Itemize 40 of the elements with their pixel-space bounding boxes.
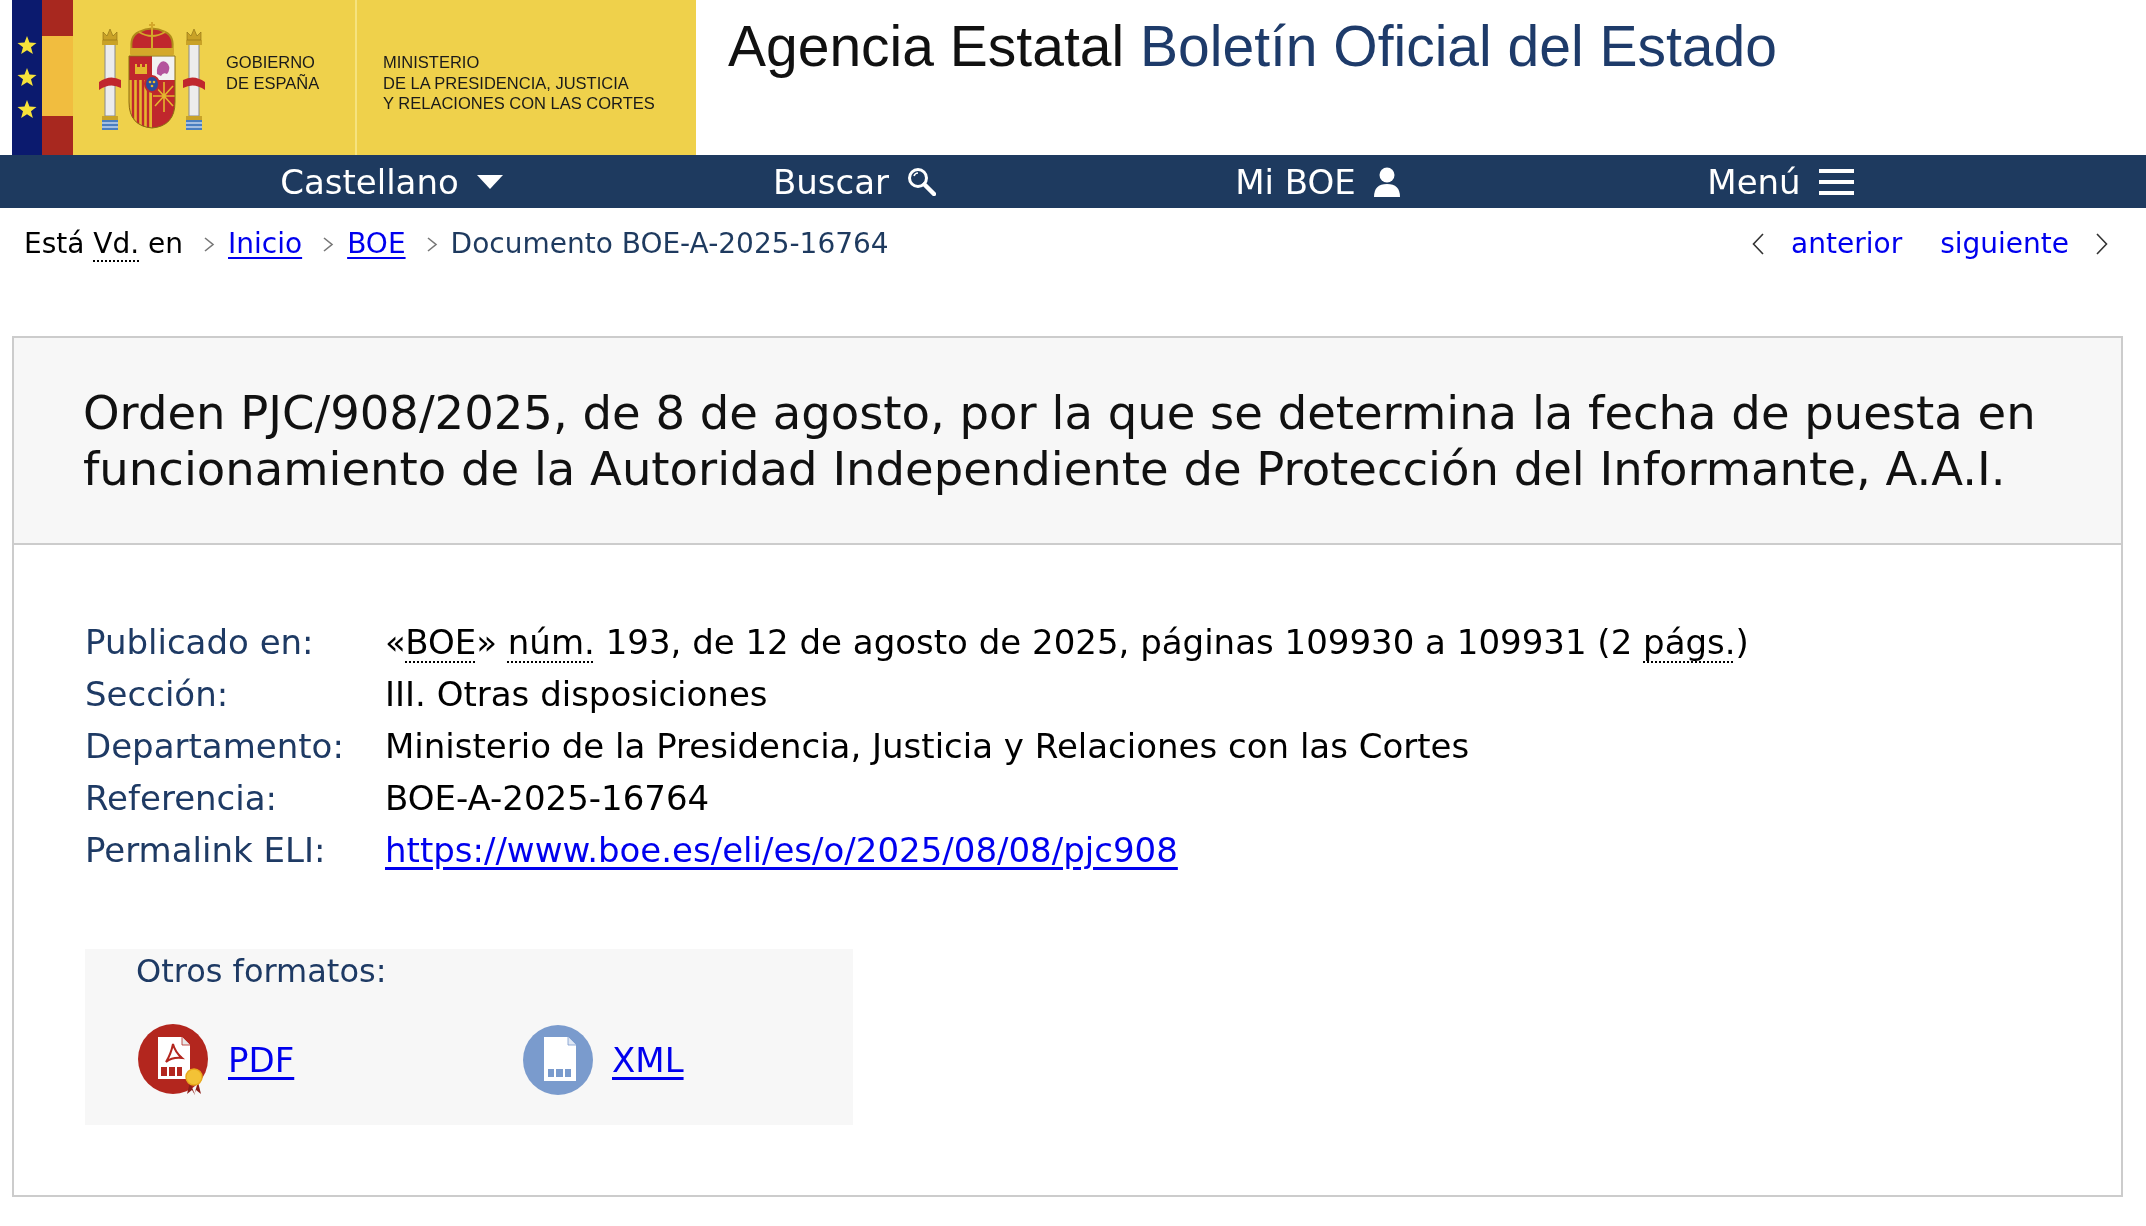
- account-button[interactable]: Mi BOE: [1235, 164, 1400, 199]
- site-title-prefix: Agencia Estatal: [728, 14, 1125, 78]
- format-link[interactable]: XML: [612, 1034, 684, 1086]
- pdf-file-icon: [138, 1024, 210, 1096]
- chevron-left-icon: [1752, 233, 1765, 255]
- logo-text: GOBIERNO DE ESPAÑA: [226, 52, 320, 94]
- breadcrumb-link[interactable]: BOE: [347, 226, 406, 262]
- person-icon: [1373, 166, 1400, 197]
- chevron-right-icon: [203, 235, 216, 253]
- breadcrumb-link[interactable]: Inicio: [228, 226, 303, 262]
- field-label: Permalink ELI:: [85, 829, 327, 872]
- search-button[interactable]: Buscar: [772, 164, 937, 199]
- chevron-right-icon: [2096, 233, 2108, 255]
- previous-link[interactable]: anterior: [1752, 226, 1903, 262]
- field-value: III. Otras disposiciones: [385, 673, 768, 716]
- field-label: Referencia:: [85, 777, 279, 820]
- breadcrumb-prefix: Está Vd. en: [24, 226, 184, 262]
- field-label: Departamento:: [85, 725, 345, 768]
- chevron-right-icon: [322, 235, 335, 253]
- permalink-link[interactable]: https://www.boe.es/eli/es/o/2025/08/08/pjc908: [385, 824, 1178, 876]
- field-label: Publicado en:: [85, 621, 315, 664]
- field-value: Ministerio de la Presidencia, Justicia y Relaciones con las Cortes: [385, 725, 1470, 768]
- language-dropdown[interactable]: Castellano: [280, 164, 503, 199]
- logo-text: MINISTERIO DE LA PRESIDENCIA, JUSTICIA Y RELACIONES CON LAS CORTES: [383, 52, 655, 115]
- search-icon: [907, 167, 937, 196]
- xml-file-icon: [522, 1024, 594, 1096]
- flag-strip-icon: [12, 0, 73, 155]
- caret-down-icon: [476, 174, 503, 189]
- breadcrumb-current: Documento BOE-A-2025-16764: [450, 226, 889, 262]
- menu-icon: [1818, 168, 1854, 195]
- next-link[interactable]: siguiente: [1940, 226, 2108, 262]
- field-value: BOE-A-2025-16764: [385, 777, 710, 820]
- chevron-right-icon: [425, 235, 438, 253]
- field-label: Sección:: [85, 673, 230, 716]
- menu-button[interactable]: Menú: [1707, 164, 1854, 199]
- document-title: Orden PJC/908/2025, de 8 de agosto, por la que se determina la fecha de puesta en funcionamiento de la Autoridad Independiente de Protección del Informante, A.A.I.: [83, 385, 2037, 497]
- field-value: «BOE» núm. 193, de 12 de agosto de 2025, páginas 109930 a 109931 (2 págs.): [385, 621, 1749, 664]
- section-heading: Otros formatos:: [136, 951, 388, 992]
- site-title-name: Boletín Oficial del Estado: [1140, 14, 1777, 78]
- format-link[interactable]: PDF: [228, 1034, 295, 1086]
